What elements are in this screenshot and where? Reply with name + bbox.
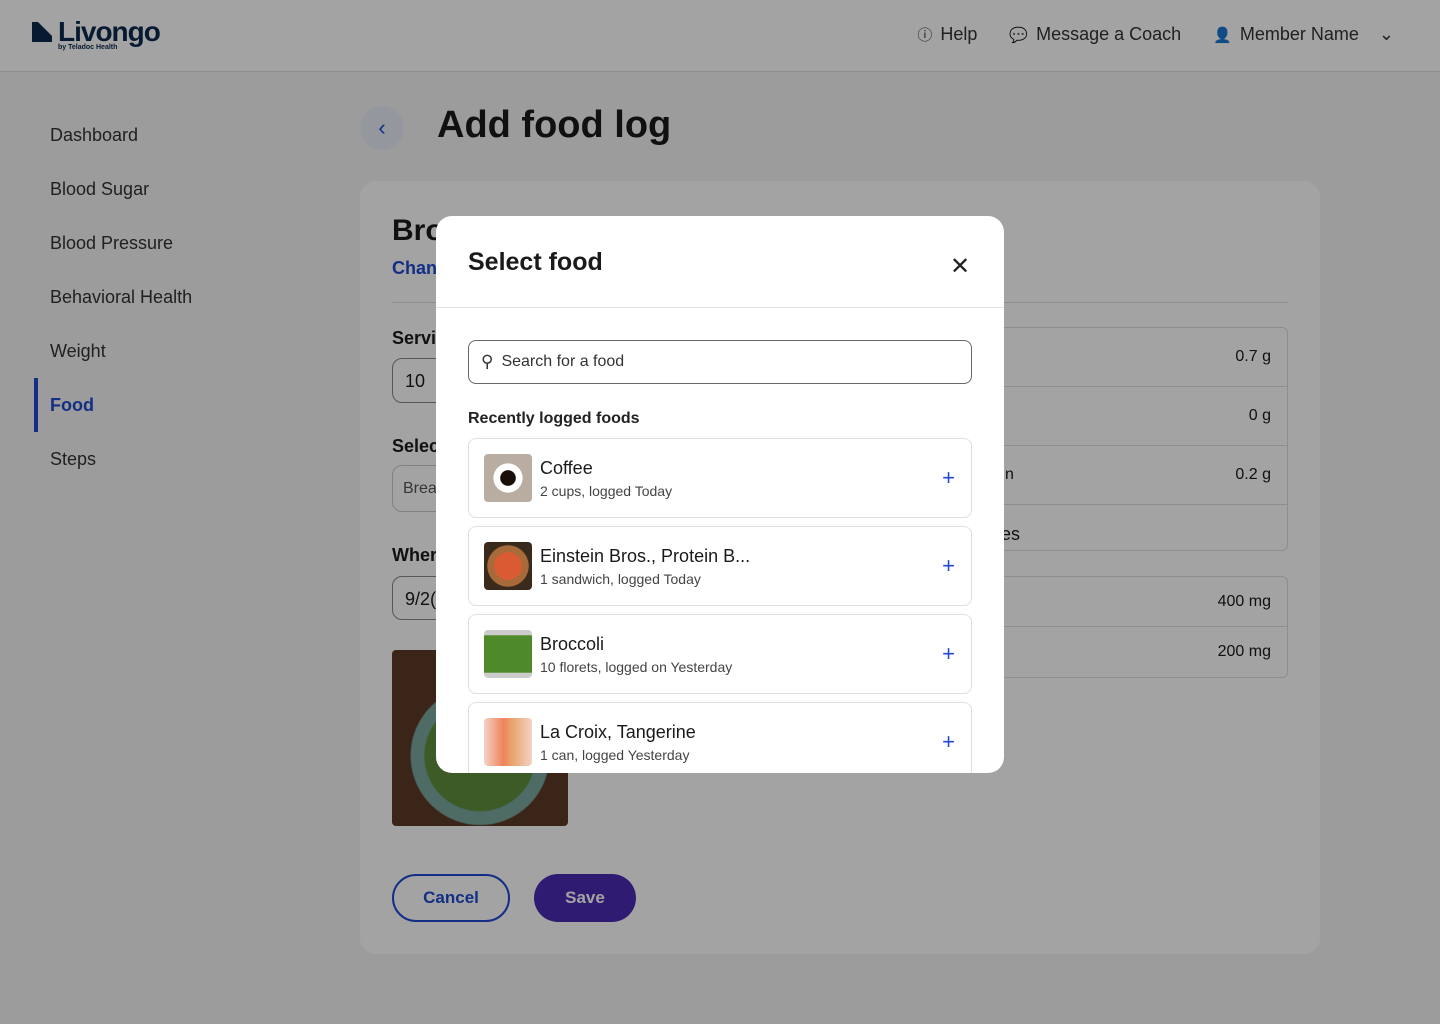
plus-icon[interactable]: +: [942, 641, 955, 667]
search-input[interactable]: ⚲ Search for a food: [468, 340, 972, 384]
food-detail: 1 can, logged Yesterday: [540, 746, 690, 763]
food-detail: 1 sandwich, logged Today: [540, 570, 701, 587]
plus-icon[interactable]: +: [942, 553, 955, 579]
divider: [436, 307, 1004, 308]
food-name: Broccoli: [540, 633, 605, 654]
plus-icon[interactable]: +: [942, 465, 955, 491]
coffee-thumbnail: [484, 454, 532, 502]
section-heading: Recently logged foods: [468, 410, 640, 427]
recent-foods-list: Coffee 2 cups, logged Today + Einstein Br…: [468, 438, 972, 773]
list-item[interactable]: Coffee 2 cups, logged Today +: [468, 438, 972, 518]
search-icon: ⚲: [481, 352, 494, 371]
broccoli-thumbnail: [484, 630, 532, 678]
list-item[interactable]: Einstein Bros., Protein B... 1 sandwich, …: [468, 526, 972, 606]
plus-icon[interactable]: +: [942, 729, 955, 755]
search-placeholder: Search for a food: [501, 353, 625, 370]
sandwich-thumbnail: [484, 542, 532, 590]
food-detail: 10 florets, logged on Yesterday: [540, 658, 733, 675]
select-food-modal: Select food ✕ ⚲ Search for a food Recent…: [436, 216, 1004, 773]
food-name: Coffee: [540, 457, 593, 478]
list-item[interactable]: La Croix, Tangerine 1 can, logged Yesterd…: [468, 702, 972, 773]
food-detail: 2 cups, logged Today: [540, 482, 673, 499]
food-name: Einstein Bros., Protein B...: [540, 545, 751, 566]
list-item[interactable]: Broccoli 10 florets, logged on Yesterday …: [468, 614, 972, 694]
food-name: La Croix, Tangerine: [540, 721, 696, 742]
modal-title: Select food: [468, 248, 603, 276]
la-croix-thumbnail: [484, 718, 532, 766]
close-icon[interactable]: ✕: [950, 252, 970, 281]
